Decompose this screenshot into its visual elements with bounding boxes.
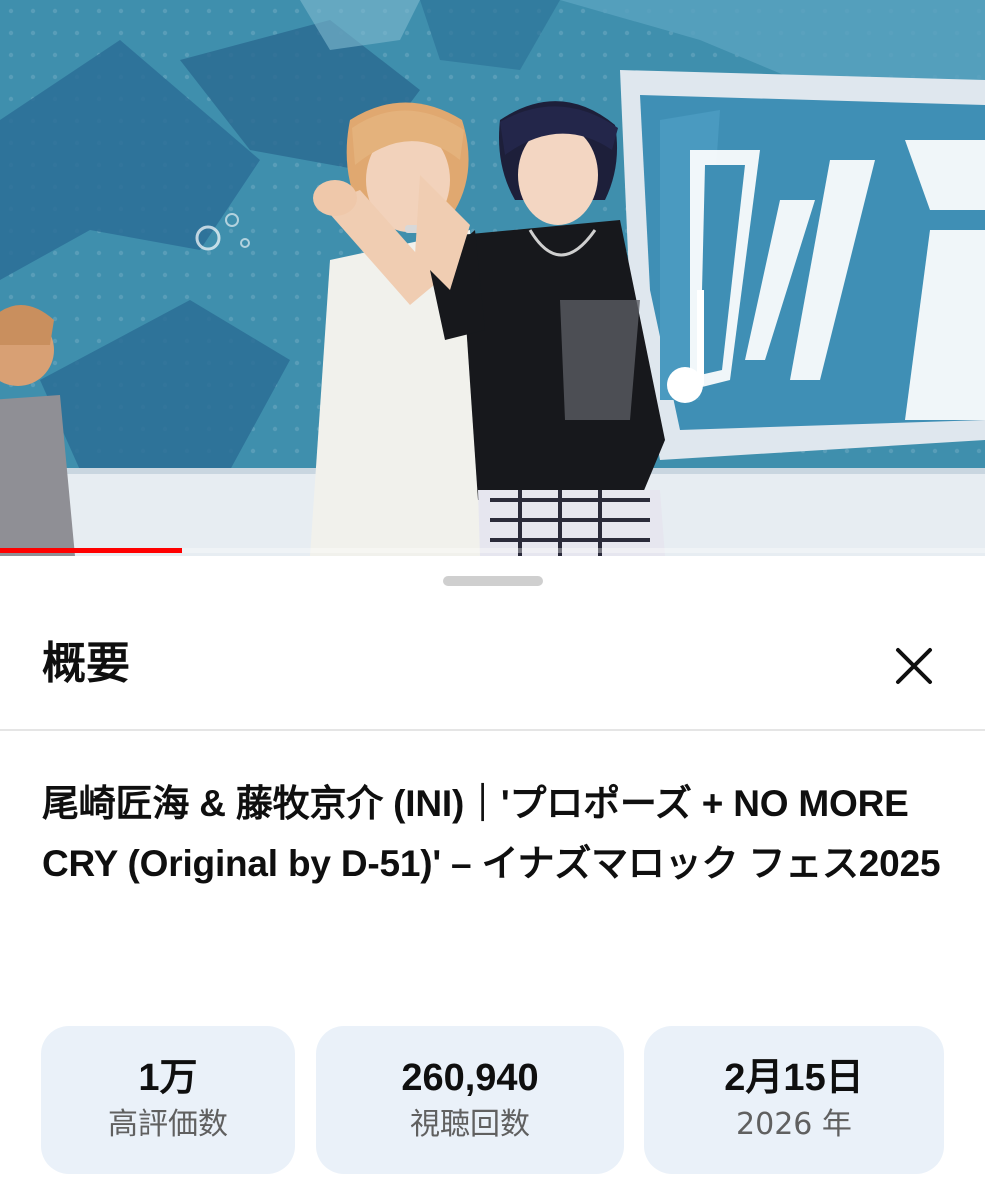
stat-likes: 1万 高評価数 — [41, 1026, 295, 1174]
divider — [0, 729, 985, 731]
drag-handle[interactable] — [443, 576, 543, 586]
video-player[interactable] — [0, 0, 985, 556]
stats-row: 1万 高評価数 260,940 視聴回数 2月15日 2026 年 — [41, 1026, 944, 1174]
stat-date-value: 2月15日 — [724, 1057, 864, 1099]
stat-views: 260,940 視聴回数 — [316, 1026, 624, 1174]
screen: 概要 尾崎匠海 & 藤牧京介 (INI)｜'プロポーズ + NO MORE CR… — [0, 0, 985, 1200]
stat-views-label: 視聴回数 — [410, 1107, 530, 1142]
stat-likes-label: 高評価数 — [108, 1107, 228, 1142]
close-button[interactable] — [882, 638, 946, 694]
stat-views-value: 260,940 — [401, 1057, 539, 1099]
description-sheet: 概要 尾崎匠海 & 藤牧京介 (INI)｜'プロポーズ + NO MORE CR… — [0, 556, 985, 1200]
video-progress-bar[interactable] — [0, 548, 985, 553]
sheet-title: 概要 — [42, 638, 130, 689]
stat-date-year: 2026 年 — [736, 1107, 852, 1142]
stat-date: 2月15日 2026 年 — [644, 1026, 944, 1174]
video-frame — [0, 0, 985, 556]
video-title: 尾崎匠海 & 藤牧京介 (INI)｜'プロポーズ + NO MORE CRY (… — [42, 783, 941, 884]
close-icon — [896, 648, 932, 684]
video-progress-fill — [0, 548, 183, 553]
stat-likes-value: 1万 — [138, 1057, 198, 1099]
